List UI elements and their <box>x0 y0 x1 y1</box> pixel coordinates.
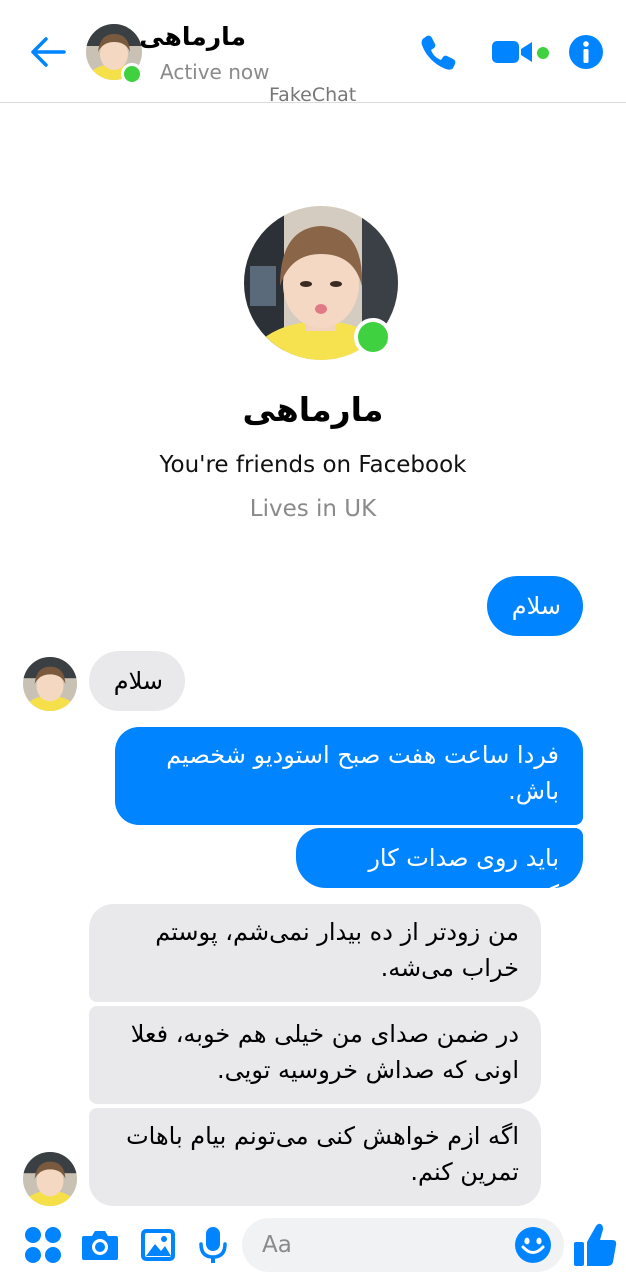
gallery-icon[interactable] <box>138 1224 178 1266</box>
emoji-icon[interactable] <box>514 1226 552 1264</box>
incoming-message[interactable]: سلام <box>89 651 185 711</box>
incoming-message[interactable]: من زودتر از ده بیدار نمی‌شم، پوستم خراب … <box>89 904 541 1002</box>
avatar-photo <box>23 657 77 711</box>
location-context: Lives in UK <box>249 496 377 522</box>
message-avatar[interactable] <box>23 1152 77 1206</box>
microphone-icon[interactable] <box>196 1224 230 1266</box>
avatar-photo <box>23 1152 77 1206</box>
contact-name: مارماهی <box>139 22 246 51</box>
online-status-dot <box>121 63 143 85</box>
message-input-placeholder: Aa <box>262 1232 292 1258</box>
active-status: Active now <box>160 60 270 84</box>
outgoing-message[interactable]: باید روی صدات کار کنم. <box>296 828 583 908</box>
apps-icon[interactable] <box>22 1224 64 1266</box>
profile-name: مارماهی <box>242 390 384 429</box>
back-arrow-icon[interactable] <box>28 32 68 72</box>
outgoing-message[interactable]: فردا ساعت هفت صبح استودیو شخصیم باش. <box>115 727 583 825</box>
outgoing-message[interactable]: سلام <box>487 576 583 636</box>
video-camera-icon[interactable] <box>490 32 534 72</box>
incoming-message[interactable]: اگه ازم خواهش کنی می‌تونم بیام باهات تمر… <box>89 1108 541 1206</box>
watermark: FakeChat <box>269 84 357 106</box>
phone-icon[interactable] <box>418 32 458 72</box>
friends-context: You're friends on Facebook <box>159 452 467 478</box>
message-avatar[interactable] <box>23 657 77 711</box>
info-icon[interactable] <box>566 32 606 72</box>
camera-icon[interactable] <box>80 1224 120 1266</box>
thumbs-up-icon[interactable] <box>572 1220 618 1268</box>
profile-online-dot <box>354 318 392 356</box>
incoming-message[interactable]: در ضمن صدای من خیلی هم خوبه، فعلا اونی ک… <box>89 1006 541 1104</box>
video-available-dot <box>537 47 549 59</box>
